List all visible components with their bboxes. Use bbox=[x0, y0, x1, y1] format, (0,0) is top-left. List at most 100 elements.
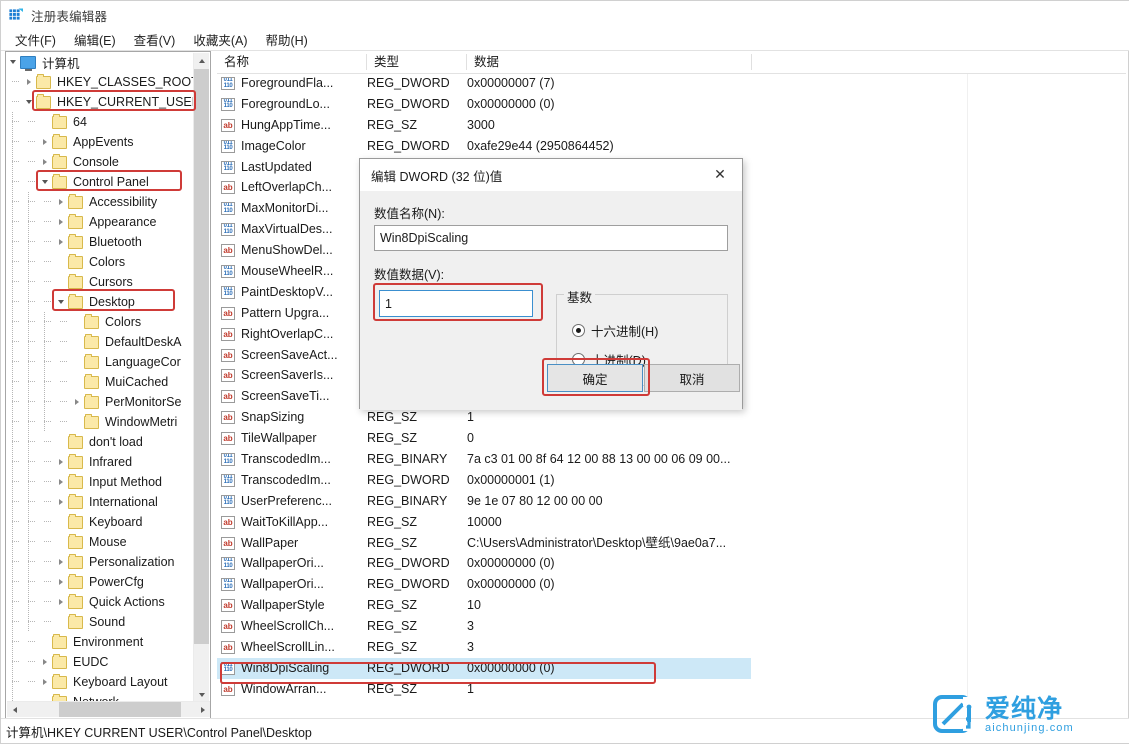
close-icon[interactable]: ✕ bbox=[698, 159, 742, 190]
tree-hscroll-thumb[interactable] bbox=[59, 702, 181, 717]
tree-item-languagecor[interactable]: LanguageCor bbox=[6, 352, 196, 372]
tree-item-desktop[interactable]: Desktop bbox=[6, 292, 196, 312]
column-divider-3[interactable] bbox=[751, 54, 752, 70]
chevron-right-icon[interactable] bbox=[54, 452, 68, 472]
column-header-name[interactable]: 名称 bbox=[217, 51, 367, 73]
table-row[interactable]: abHungAppTime...REG_SZ3000 bbox=[217, 115, 1126, 136]
table-row[interactable]: 011110WallpaperOri...REG_DWORD0x00000000… bbox=[217, 574, 1126, 595]
dialog-title-bar: 编辑 DWORD (32 位)值 ✕ bbox=[360, 159, 742, 191]
tree-item-accessibility[interactable]: Accessibility bbox=[6, 192, 196, 212]
chevron-right-icon[interactable] bbox=[38, 672, 52, 692]
folder-icon bbox=[68, 276, 83, 289]
tree-vscroll-thumb[interactable] bbox=[194, 69, 209, 644]
value-name-input[interactable] bbox=[374, 225, 728, 251]
tree-item-windowmetri[interactable]: WindowMetri bbox=[6, 412, 196, 432]
tree-item-keyboard-layout[interactable]: Keyboard Layout bbox=[6, 672, 196, 692]
tree-item-colors[interactable]: Colors bbox=[6, 312, 196, 332]
tree-item-keyboard[interactable]: Keyboard bbox=[6, 512, 196, 532]
tree-item-mouse[interactable]: Mouse bbox=[6, 532, 196, 552]
tree-item-64[interactable]: 64 bbox=[6, 112, 196, 132]
table-row[interactable]: 011110ForegroundLo...REG_DWORD0x00000000… bbox=[217, 94, 1126, 115]
tree-item-eudc[interactable]: EUDC bbox=[6, 652, 196, 672]
menu-file[interactable]: 文件(F) bbox=[7, 28, 64, 52]
tree-item-control-panel[interactable]: Control Panel bbox=[6, 172, 196, 192]
menu-favorites[interactable]: 收藏夹(A) bbox=[185, 28, 255, 52]
radio-hexadecimal[interactable]: 十六进制(H) bbox=[572, 321, 658, 340]
tree-item-infrared[interactable]: Infrared bbox=[6, 452, 196, 472]
chevron-right-icon[interactable] bbox=[38, 132, 52, 152]
tree-item-colors[interactable]: Colors bbox=[6, 252, 196, 272]
cell-data: 3 bbox=[467, 637, 1107, 658]
table-row[interactable]: abWallPaperREG_SZC:\Users\Administrator\… bbox=[217, 533, 1126, 554]
column-header-data[interactable]: 数据 bbox=[467, 51, 967, 73]
menu-edit[interactable]: 编辑(E) bbox=[66, 28, 124, 52]
folder-icon bbox=[84, 376, 99, 389]
chevron-right-icon[interactable] bbox=[54, 192, 68, 212]
tree-item-bluetooth[interactable]: Bluetooth bbox=[6, 232, 196, 252]
tree-scroll-up-button[interactable] bbox=[194, 53, 209, 69]
window-title: 注册表编辑器 bbox=[31, 6, 107, 25]
tree-item-label: Colors bbox=[104, 315, 141, 329]
tree-item-sound[interactable]: Sound bbox=[6, 612, 196, 632]
table-row[interactable]: abWheelScrollCh...REG_SZ3 bbox=[217, 616, 1126, 637]
cell-type: REG_DWORD bbox=[367, 658, 467, 679]
chevron-right-icon[interactable] bbox=[54, 592, 68, 612]
folder-icon bbox=[52, 156, 67, 169]
value-data-input[interactable] bbox=[379, 290, 533, 317]
tree-item-input-method[interactable]: Input Method bbox=[6, 472, 196, 492]
chevron-right-icon[interactable] bbox=[54, 552, 68, 572]
tree-item-quick-actions[interactable]: Quick Actions bbox=[6, 592, 196, 612]
chevron-down-icon[interactable] bbox=[6, 52, 20, 72]
table-row[interactable]: abWheelScrollLin...REG_SZ3 bbox=[217, 637, 1126, 658]
chevron-right-icon[interactable] bbox=[38, 652, 52, 672]
chevron-down-icon[interactable] bbox=[54, 292, 68, 312]
table-row[interactable]: 011110ImageColorREG_DWORD0xafe29e44 (295… bbox=[217, 136, 1126, 157]
tree-item-console[interactable]: Console bbox=[6, 152, 196, 172]
table-row[interactable]: 011110TranscodedIm...REG_DWORD0x00000001… bbox=[217, 470, 1126, 491]
chevron-down-icon[interactable] bbox=[22, 92, 36, 112]
tree-item-muicached[interactable]: MuiCached bbox=[6, 372, 196, 392]
tree-item-personalization[interactable]: Personalization bbox=[6, 552, 196, 572]
tree-item-don-t-load[interactable]: don't load bbox=[6, 432, 196, 452]
table-row[interactable]: abTileWallpaperREG_SZ0 bbox=[217, 428, 1126, 449]
table-row[interactable]: 011110Win8DpiScalingREG_DWORD0x00000000 … bbox=[217, 658, 1126, 679]
tree-item-cursors[interactable]: Cursors bbox=[6, 272, 196, 292]
menu-view[interactable]: 查看(V) bbox=[126, 28, 184, 52]
tree-item-hkey-classes-root[interactable]: HKEY_CLASSES_ROOT bbox=[6, 72, 196, 92]
tree-item-[interactable]: 计算机 bbox=[6, 52, 196, 72]
menu-help[interactable]: 帮助(H) bbox=[257, 28, 315, 52]
ok-button[interactable]: 确定 bbox=[547, 364, 643, 392]
table-row[interactable]: abWallpaperStyleREG_SZ10 bbox=[217, 595, 1126, 616]
table-row[interactable]: abSnapSizingREG_SZ1 bbox=[217, 407, 1126, 428]
tree-item-environment[interactable]: Environment bbox=[6, 632, 196, 652]
tree-item-international[interactable]: International bbox=[6, 492, 196, 512]
tree-vertical-scrollbar[interactable] bbox=[193, 53, 209, 703]
chevron-down-icon[interactable] bbox=[38, 172, 52, 192]
tree-guide bbox=[54, 352, 70, 372]
tree-item-permonitorse[interactable]: PerMonitorSe bbox=[6, 392, 196, 412]
column-header-type[interactable]: 类型 bbox=[367, 51, 467, 73]
tree-item-powercfg[interactable]: PowerCfg bbox=[6, 572, 196, 592]
chevron-right-icon[interactable] bbox=[70, 392, 84, 412]
table-row[interactable]: 011110UserPreferenc...REG_BINARY9e 1e 07… bbox=[217, 491, 1126, 512]
cancel-button[interactable]: 取消 bbox=[644, 364, 740, 392]
table-row[interactable]: 011110ForegroundFla...REG_DWORD0x0000000… bbox=[217, 73, 1126, 94]
folder-icon bbox=[84, 416, 99, 429]
tree-scroll-left-button[interactable] bbox=[7, 702, 23, 717]
table-row[interactable]: abWaitToKillApp...REG_SZ10000 bbox=[217, 512, 1126, 533]
tree-item-appearance[interactable]: Appearance bbox=[6, 212, 196, 232]
tree-item-defaultdeska[interactable]: DefaultDeskA bbox=[6, 332, 196, 352]
chevron-right-icon[interactable] bbox=[54, 492, 68, 512]
chevron-right-icon[interactable] bbox=[54, 212, 68, 232]
tree-scroll-right-button[interactable] bbox=[195, 702, 211, 717]
table-row[interactable]: 011110WallpaperOri...REG_DWORD0x00000000… bbox=[217, 553, 1126, 574]
tree-item-appevents[interactable]: AppEvents bbox=[6, 132, 196, 152]
tree-horizontal-scrollbar[interactable] bbox=[7, 701, 211, 717]
table-row[interactable]: 011110TranscodedIm...REG_BINARY7a c3 01 … bbox=[217, 449, 1126, 470]
chevron-right-icon[interactable] bbox=[38, 152, 52, 172]
chevron-right-icon[interactable] bbox=[54, 472, 68, 492]
tree-item-hkey-current-user[interactable]: HKEY_CURRENT_USER bbox=[6, 92, 196, 112]
chevron-right-icon[interactable] bbox=[22, 72, 36, 92]
chevron-right-icon[interactable] bbox=[54, 572, 68, 592]
chevron-right-icon[interactable] bbox=[54, 232, 68, 252]
